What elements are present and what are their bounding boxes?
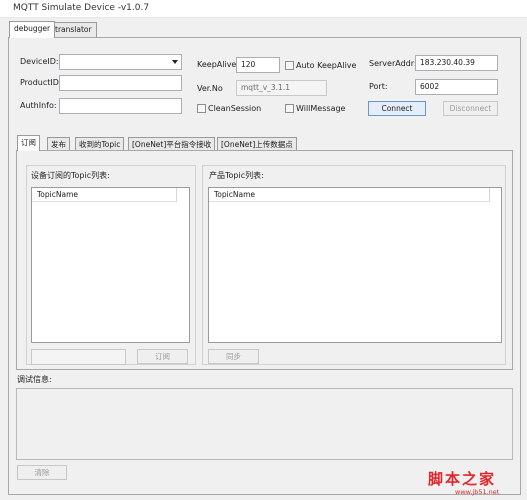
product-id-label: ProductID:	[20, 78, 62, 87]
auto-keepalive-checkbox[interactable]	[285, 61, 294, 70]
watermark-logo: 脚本之家	[428, 470, 497, 488]
tab-subscribe[interactable]: 订阅	[17, 135, 40, 151]
server-addr-label: ServerAddr:	[369, 59, 417, 68]
auth-info-input[interactable]	[59, 98, 182, 114]
column-divider[interactable]	[489, 188, 490, 202]
keepalive-input[interactable]: 120	[236, 57, 280, 73]
device-topics-column-name: TopicName	[37, 190, 78, 199]
device-topics-title: 设备订阅的Topic列表:	[31, 171, 110, 180]
server-addr-input[interactable]: 183.230.40.39	[415, 55, 498, 71]
device-id-combobox[interactable]	[59, 54, 182, 70]
tab-debugger[interactable]: debugger	[9, 21, 56, 38]
will-message-label: WillMessage	[296, 104, 346, 113]
device-id-label: DeviceID:	[20, 57, 59, 66]
ver-input[interactable]: mqtt_v_3.1.1	[236, 80, 327, 96]
tab-publish[interactable]: 发布	[47, 137, 70, 151]
tab-translator[interactable]: translator	[50, 22, 97, 38]
watermark-url: www.jb51.net	[455, 488, 500, 496]
connect-button[interactable]: Connect	[368, 101, 426, 116]
tab-received-topic[interactable]: 收到的Topic	[75, 137, 125, 151]
debug-log-textarea[interactable]	[16, 388, 513, 460]
product-topics-title: 产品Topic列表:	[209, 171, 264, 180]
chevron-down-icon[interactable]	[172, 60, 178, 64]
column-divider[interactable]	[176, 188, 177, 202]
sync-button[interactable]: 同步	[208, 349, 259, 364]
clear-button[interactable]: 清除	[17, 465, 67, 480]
subscribe-topic-input[interactable]	[31, 349, 126, 365]
subscribe-button[interactable]: 订阅	[137, 349, 188, 364]
tab-onenet-datapoint[interactable]: [OneNet]上传数据点	[217, 137, 297, 151]
auto-keepalive-label: Auto KeepAlive	[296, 61, 357, 70]
product-topics-column-name: TopicName	[214, 190, 255, 199]
window-title: MQTT Simulate Device -v1.0.7	[13, 3, 150, 13]
auth-info-label: AuthInfo:	[20, 101, 57, 110]
debug-info-title: 调试信息:	[17, 375, 52, 384]
clean-session-label: CleanSession	[208, 104, 262, 113]
tab-onenet-command[interactable]: [OneNet]平台指令接收	[128, 137, 216, 151]
window-titlebar: MQTT Simulate Device -v1.0.7	[0, 0, 527, 18]
port-input[interactable]: 6002	[415, 79, 498, 95]
keepalive-label: KeepAlive:	[197, 60, 240, 69]
product-topics-list[interactable]: TopicName	[208, 187, 502, 343]
ver-label: Ver.No	[197, 84, 223, 93]
port-label: Port:	[369, 82, 388, 91]
disconnect-button[interactable]: Disconnect	[443, 101, 498, 116]
product-id-input[interactable]	[59, 75, 182, 91]
device-topics-column-header[interactable]: TopicName	[32, 188, 176, 202]
clean-session-checkbox[interactable]	[197, 104, 206, 113]
device-topics-list[interactable]: TopicName	[31, 187, 190, 343]
product-topics-column-header[interactable]: TopicName	[209, 188, 489, 202]
will-message-checkbox[interactable]	[285, 104, 294, 113]
